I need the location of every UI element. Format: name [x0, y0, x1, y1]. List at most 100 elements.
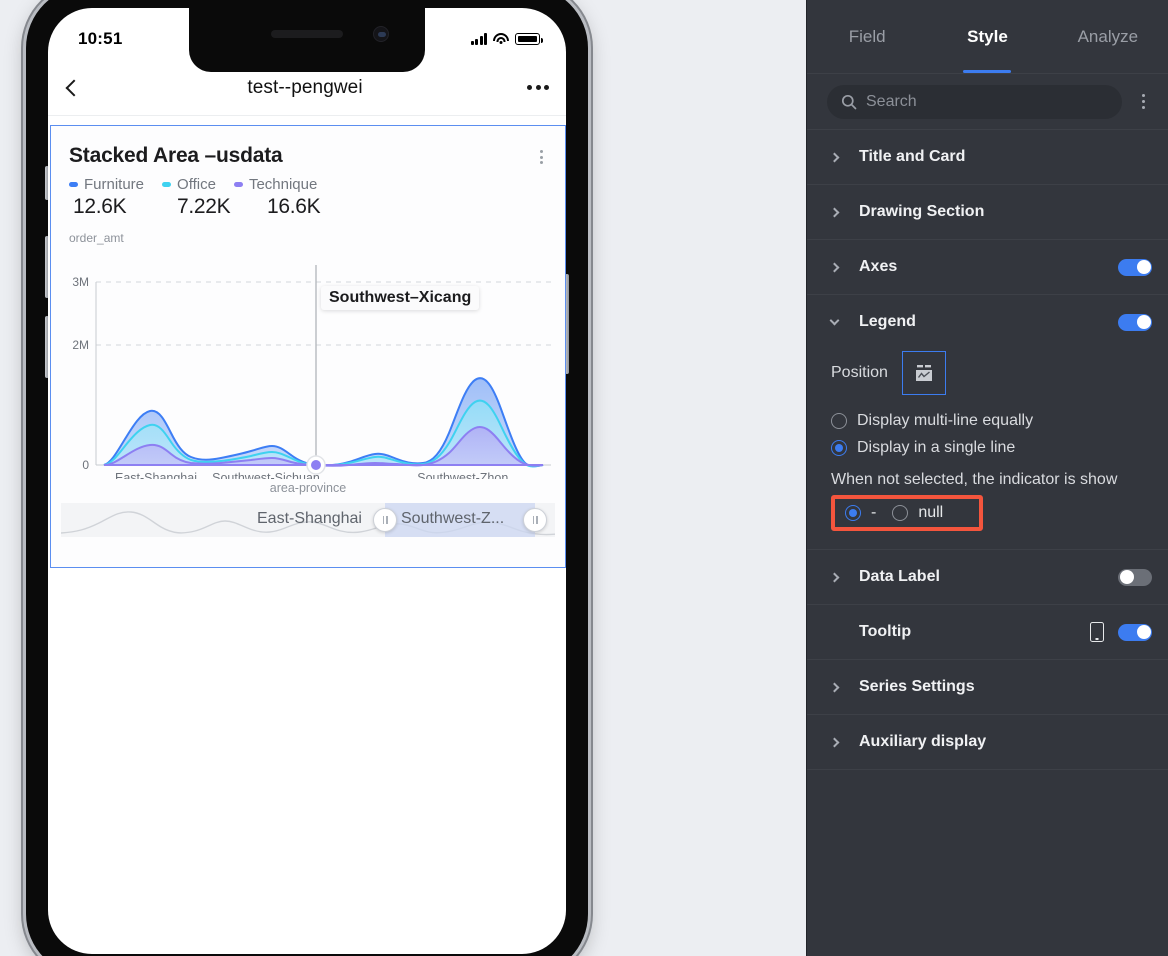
legend-toggle[interactable] — [1118, 313, 1152, 331]
battery-icon — [515, 33, 543, 45]
section-header[interactable]: Data Label — [829, 550, 1152, 604]
phone-mockup-frame: 10:51 test--pengwei Stacked Area –usdata… — [26, 0, 588, 956]
section-axes: Axes — [807, 240, 1168, 295]
panel-search-row: Search — [807, 74, 1168, 130]
section-data-label: Data Label — [807, 550, 1168, 605]
data-label-toggle[interactable] — [1118, 568, 1152, 586]
style-settings-panel: Field Style Analyze Search Title and Car… — [806, 0, 1168, 956]
radio-icon[interactable] — [831, 412, 847, 429]
legend-position-label: Position — [831, 364, 888, 381]
section-header[interactable]: Axes — [829, 240, 1152, 294]
chart-card-header: Stacked Area –usdata — [51, 126, 565, 170]
section-drawing-section: Drawing Section — [807, 185, 1168, 240]
section-tooltip: Tooltip — [807, 605, 1168, 660]
svg-text:3M: 3M — [72, 275, 89, 289]
null-indicator-highlight-box: - null — [831, 495, 983, 531]
wifi-icon — [493, 33, 509, 45]
more-horizontal-icon[interactable] — [510, 85, 566, 90]
legend-settings-body: Position Display multi-line equally Disp… — [831, 349, 1152, 549]
x-axis-title: area-province — [269, 481, 347, 495]
tab-field[interactable]: Field — [807, 0, 927, 73]
tab-style[interactable]: Style — [927, 0, 1047, 73]
section-title-and-card: Title and Card — [807, 130, 1168, 185]
tooltip-controls — [1090, 622, 1152, 642]
section-header[interactable]: Series Settings — [829, 660, 1152, 714]
area-chart-svg: 3M 2M 0 East-Shanghai Southwest-Sichuan … — [72, 265, 551, 479]
legend-null-hint: When not selected, the indicator is show — [831, 471, 1118, 488]
svg-text:Southwest-Sichuan: Southwest-Sichuan — [212, 471, 320, 479]
phone-screen: 10:51 test--pengwei Stacked Area –usdata… — [48, 8, 566, 954]
chevron-left-icon — [65, 79, 83, 96]
section-label: Legend — [859, 313, 916, 330]
section-header[interactable]: Auxiliary display — [829, 715, 1152, 769]
chart-plot-area[interactable]: 3M 2M 0 East-Shanghai Southwest-Sichuan … — [51, 247, 565, 479]
legend-layout-option-singleline[interactable]: Display in a single line — [831, 434, 1152, 461]
section-header[interactable]: Title and Card — [829, 130, 1152, 184]
legend-swatch-icon — [69, 182, 78, 187]
section-header[interactable]: Drawing Section — [829, 185, 1152, 239]
svg-text:Southwest-Zhon...: Southwest-Zhon... — [417, 471, 518, 479]
datazoom-handle-right[interactable] — [523, 508, 547, 532]
phone-notch — [189, 8, 425, 72]
section-label: Series Settings — [859, 678, 975, 695]
chevron-right-icon — [829, 682, 849, 692]
legend-value-technique: 16.6K — [267, 195, 321, 218]
search-icon — [841, 94, 857, 109]
chevron-right-icon — [829, 737, 849, 747]
radio-icon-selected[interactable] — [831, 439, 847, 456]
legend-label: Office — [177, 176, 216, 193]
datazoom-start-label: East-Shanghai — [257, 510, 362, 527]
section-auxiliary-display: Auxiliary display — [807, 715, 1168, 770]
mobile-preview-area: 10:51 test--pengwei Stacked Area –usdata… — [0, 0, 806, 956]
svg-text:East-Shanghai: East-Shanghai — [115, 471, 197, 479]
section-header[interactable]: Tooltip — [831, 605, 1152, 659]
section-header[interactable]: Legend — [829, 295, 1152, 349]
option-label-dash: - — [871, 504, 877, 521]
section-label: Tooltip — [859, 623, 912, 640]
legend-position-row: Position — [831, 351, 1152, 395]
chevron-right-icon — [829, 207, 849, 217]
chevron-down-icon — [829, 315, 849, 327]
chevron-right-icon — [829, 572, 849, 582]
legend-item-furniture[interactable]: Furniture — [69, 176, 144, 193]
section-label: Drawing Section — [859, 203, 985, 220]
chart-tooltip: Southwest–Xicang — [321, 286, 480, 310]
search-placeholder: Search — [866, 92, 917, 110]
legend-value-office: 7.22K — [177, 195, 231, 218]
more-vertical-icon[interactable] — [1128, 94, 1158, 109]
svg-text:2M: 2M — [72, 338, 89, 352]
radio-icon-selected[interactable] — [845, 505, 861, 521]
chart-legend: Furniture Office Technique — [51, 170, 565, 193]
radio-icon[interactable] — [892, 505, 909, 521]
legend-position-top-button[interactable] — [901, 351, 946, 395]
earpiece-speaker-icon — [271, 30, 343, 38]
legend-layout-option-multiline[interactable]: Display multi-line equally — [831, 407, 1152, 434]
screen-root: 10:51 test--pengwei Stacked Area –usdata… — [0, 0, 1168, 956]
back-button[interactable] — [48, 79, 100, 96]
chart-title: Stacked Area –usdata — [69, 144, 283, 167]
legend-swatch-icon — [162, 182, 172, 187]
legend-position-top-icon — [915, 365, 932, 381]
section-label: Auxiliary display — [859, 733, 987, 750]
option-label-null: null — [918, 504, 944, 521]
legend-label: Technique — [248, 176, 318, 193]
chart-card[interactable]: Stacked Area –usdata Furniture Office Te… — [50, 125, 566, 568]
datazoom-handle-left[interactable] — [373, 508, 397, 532]
mobile-device-icon[interactable] — [1090, 622, 1104, 642]
section-label: Title and Card — [859, 148, 966, 165]
legend-item-office[interactable]: Office — [162, 176, 216, 193]
search-input[interactable]: Search — [827, 84, 1122, 119]
more-vertical-icon[interactable] — [536, 144, 547, 170]
tab-analyze[interactable]: Analyze — [1048, 0, 1168, 73]
chart-datazoom-slider[interactable]: East-Shanghai Southwest-Z... — [61, 503, 555, 537]
axes-toggle[interactable] — [1118, 258, 1152, 276]
datazoom-end-label: Southwest-Z... — [401, 510, 505, 527]
cellular-signal-icon — [470, 33, 487, 45]
legend-value-furniture: 12.6K — [73, 195, 127, 218]
section-series-settings: Series Settings — [807, 660, 1168, 715]
option-label: Display multi-line equally — [857, 411, 1034, 429]
legend-item-technique[interactable]: Technique — [233, 176, 318, 193]
tooltip-toggle[interactable] — [1118, 623, 1152, 641]
section-label: Data Label — [859, 568, 940, 585]
legend-values-row: 12.6K 7.22K 16.6K — [51, 193, 565, 219]
